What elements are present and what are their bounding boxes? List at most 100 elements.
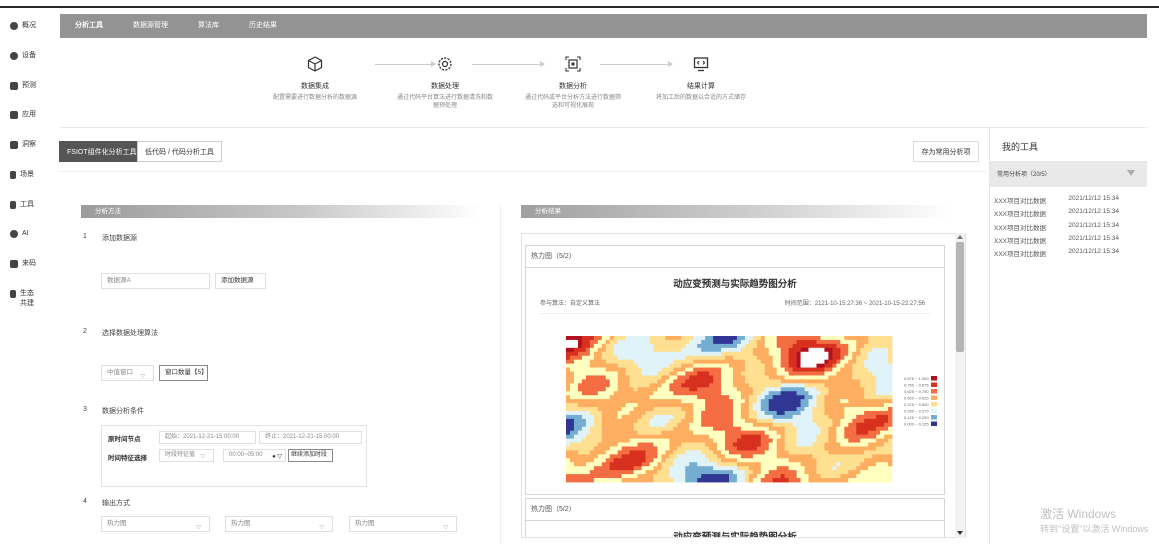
heatmap-cell xyxy=(760,336,766,341)
heatmap-cell xyxy=(836,363,841,368)
heatmap-cell xyxy=(828,343,833,349)
tab-analysis-tools[interactable]: 分析工具 xyxy=(60,14,118,38)
heatmap-cell xyxy=(808,379,813,384)
heatmap-cell xyxy=(828,450,833,455)
heatmap-cell xyxy=(776,474,782,479)
time-start-input[interactable]: 起始：2021-12-21-15:00:00 xyxy=(159,431,256,444)
heatmap-cell xyxy=(601,430,607,436)
heatmap-cell xyxy=(621,410,627,416)
tool-item[interactable]: XXX项目对比数据 2021/12/12 15:34 xyxy=(994,222,1144,232)
heatmap-cell xyxy=(637,474,642,479)
sidebar-item-ecosystem[interactable]: 生态共建 xyxy=(10,289,38,309)
heatmap-cell xyxy=(828,422,833,428)
heatmap-cell xyxy=(792,403,797,408)
output-select-1[interactable]: 热力图 ▽ xyxy=(101,516,210,532)
heatmap-cell xyxy=(589,359,595,365)
scroll-up-arrow-icon[interactable] xyxy=(957,235,963,239)
sidebar-item-tool[interactable]: 工具 xyxy=(10,200,48,210)
add-datasource-button[interactable]: 添加数据源 xyxy=(215,273,266,289)
algorithm-select[interactable]: 中值窗口 ▽ xyxy=(101,365,154,381)
common-analysis-dropdown[interactable]: 常用分析项（20/5） xyxy=(990,161,1147,187)
heatmap-cell xyxy=(864,395,869,400)
result-scrollbar[interactable] xyxy=(955,233,965,538)
heatmap-cell xyxy=(566,426,571,432)
heatmap-cell xyxy=(725,430,730,436)
output-select-3[interactable]: 热力图 ▽ xyxy=(349,516,457,532)
sidebar-item-device[interactable]: 设备 xyxy=(10,51,50,61)
heatmap-cell xyxy=(784,407,790,412)
heatmap-cell xyxy=(613,351,619,357)
heatmap-cell xyxy=(824,359,829,365)
heatmap-cell xyxy=(828,351,833,357)
heatmap-cell xyxy=(804,363,809,368)
heatmap-cell xyxy=(872,407,877,412)
datasource-input[interactable]: 数据源A xyxy=(101,273,210,289)
heatmap-cell xyxy=(617,470,623,475)
tool-item[interactable]: XXX项目对比数据 2021/12/12 15:34 xyxy=(994,208,1144,218)
sidebar-item-insight[interactable]: 洞察 xyxy=(10,140,50,150)
scroll-thumb[interactable] xyxy=(956,242,964,352)
sidebar-item-scene[interactable]: 场景 xyxy=(10,170,48,180)
time-range-select[interactable]: 00:00~05:00 ● ▽ xyxy=(223,449,286,462)
tab-history-results[interactable]: 历史结果 xyxy=(234,14,292,38)
heatmap-cell xyxy=(876,363,881,368)
heatmap-cell xyxy=(780,363,786,368)
heatmap-cell xyxy=(832,336,837,341)
heatmap-cell xyxy=(673,462,678,467)
add-time-range-button[interactable]: 继续添加时段 xyxy=(288,449,333,462)
sidebar-item-code[interactable]: 来码 xyxy=(10,259,50,269)
heatmap-cell xyxy=(661,418,666,424)
heatmap-cell xyxy=(764,339,770,345)
sidebar-item-ai[interactable]: AI xyxy=(10,229,50,239)
heatmap-cell xyxy=(566,454,571,459)
heatmap-cell xyxy=(701,462,706,467)
heatmap-cell xyxy=(697,422,702,428)
heatmap-cell xyxy=(860,347,865,353)
tool-item[interactable]: XXX项目对比数据 2021/12/12 15:34 xyxy=(994,195,1144,205)
heatmap-cell xyxy=(780,359,786,365)
scroll-down-arrow-icon[interactable] xyxy=(957,531,963,535)
time-feature-select[interactable]: 时段特征值 ▽ xyxy=(159,449,214,462)
heatmap-cell xyxy=(768,426,774,432)
heatmap-cell xyxy=(768,371,774,376)
heatmap-cell xyxy=(840,383,845,388)
heatmap-cell xyxy=(792,474,797,479)
tab-fsiot-component-tool[interactable]: FSIOT组件化分析工具 xyxy=(59,141,145,162)
heatmap-cell xyxy=(744,454,750,459)
tab-lowcode-tool[interactable]: 低代码 / 代码分析工具 xyxy=(137,141,222,162)
heatmap-cell xyxy=(776,343,782,349)
heatmap-cell xyxy=(677,339,682,345)
heatmap-cell xyxy=(760,462,766,467)
heatmap-cell xyxy=(653,418,658,424)
heatmap-cell xyxy=(768,470,774,475)
result-scroll-area[interactable]: 热力图（5/2） 动应变预测与实际趋势图分析 参与算法：自定义算法 时间范围：2… xyxy=(521,233,966,538)
tab-algorithm-library[interactable]: 算法库 xyxy=(183,14,234,38)
heatmap-cell xyxy=(836,367,841,372)
heatmap-cell xyxy=(732,387,738,392)
tab-datasource-management[interactable]: 数据源管理 xyxy=(118,14,183,38)
heatmap-cell xyxy=(566,414,571,420)
sidebar-item-overview[interactable]: 概况 xyxy=(10,21,50,31)
heatmap-cell xyxy=(697,430,702,436)
heatmap-cell xyxy=(653,355,658,361)
heatmap-cell xyxy=(681,403,686,408)
heatmap-cell xyxy=(788,410,794,416)
heatmap-cell xyxy=(617,407,623,412)
divider xyxy=(60,127,1147,128)
heatmap-cell xyxy=(772,414,778,420)
tool-item[interactable]: XXX项目对比数据 2021/12/12 15:34 xyxy=(994,235,1144,245)
save-as-common-button[interactable]: 存为常用分析项 xyxy=(913,141,979,162)
tool-item[interactable]: XXX项目对比数据 2021/12/12 15:34 xyxy=(994,248,1144,258)
heatmap-cell xyxy=(573,438,579,443)
heatmap-cell xyxy=(764,446,770,451)
sidebar-item-app[interactable]: 应用 xyxy=(10,110,50,120)
heatmap-cell xyxy=(784,391,790,396)
window-size-input[interactable]: 窗口数量【5】 xyxy=(159,365,208,381)
sidebar-item-forecast[interactable]: 预测 xyxy=(10,81,50,91)
heatmap-cell xyxy=(780,462,786,467)
heatmap-cell xyxy=(856,379,861,384)
time-end-input[interactable]: 终止：2021-12-21-15:00:00 xyxy=(259,431,362,444)
output-select-2[interactable]: 热力图 ▽ xyxy=(225,516,333,532)
heatmap-cell xyxy=(776,407,782,412)
forecast-icon xyxy=(10,82,18,90)
